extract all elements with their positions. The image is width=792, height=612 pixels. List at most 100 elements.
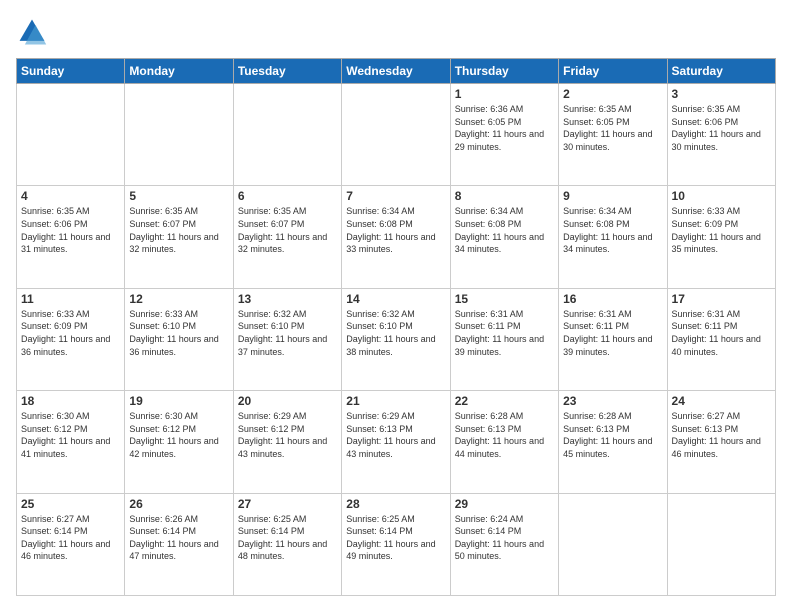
page: SundayMondayTuesdayWednesdayThursdayFrid…: [0, 0, 792, 612]
calendar-cell: 14 Sunrise: 6:32 AM Sunset: 6:10 PM Dayli…: [342, 288, 450, 390]
calendar-cell: [342, 84, 450, 186]
calendar-cell: 9 Sunrise: 6:34 AM Sunset: 6:08 PM Daylig…: [559, 186, 667, 288]
calendar-cell: 12 Sunrise: 6:33 AM Sunset: 6:10 PM Dayli…: [125, 288, 233, 390]
day-number: 6: [238, 189, 337, 203]
calendar-week-row: 1 Sunrise: 6:36 AM Sunset: 6:05 PM Daylig…: [17, 84, 776, 186]
calendar-cell: 15Sunrise: 6:31 AM Sunset: 6:11 PM Dayli…: [450, 288, 558, 390]
day-number: 15: [455, 292, 554, 306]
day-number: 2: [563, 87, 662, 101]
day-number: 7: [346, 189, 445, 203]
day-info: Sunrise: 6:35 AM Sunset: 6:06 PM Dayligh…: [672, 103, 771, 153]
day-info: Sunrise: 6:36 AM Sunset: 6:05 PM Dayligh…: [455, 103, 554, 153]
calendar-cell: 24 Sunrise: 6:27 AM Sunset: 6:13 PM Dayli…: [667, 391, 775, 493]
day-number: 9: [563, 189, 662, 203]
calendar-cell: 26 Sunrise: 6:26 AM Sunset: 6:14 PM Dayli…: [125, 493, 233, 595]
day-number: 5: [129, 189, 228, 203]
day-number: 13: [238, 292, 337, 306]
day-info: Sunrise: 6:29 AM Sunset: 6:12 PM Dayligh…: [238, 410, 337, 460]
calendar-day-header: Monday: [125, 59, 233, 84]
day-number: 14: [346, 292, 445, 306]
day-number: 17: [672, 292, 771, 306]
day-number: 3: [672, 87, 771, 101]
calendar-day-header: Friday: [559, 59, 667, 84]
day-number: 29: [455, 497, 554, 511]
calendar-cell: [233, 84, 341, 186]
day-info: Sunrise: 6:35 AM Sunset: 6:07 PM Dayligh…: [129, 205, 228, 255]
calendar-cell: [17, 84, 125, 186]
calendar-cell: 25 Sunrise: 6:27 AM Sunset: 6:14 PM Dayli…: [17, 493, 125, 595]
logo: [16, 16, 52, 48]
day-number: 25: [21, 497, 120, 511]
day-info: Sunrise: 6:33 AM Sunset: 6:09 PM Dayligh…: [672, 205, 771, 255]
day-number: 27: [238, 497, 337, 511]
day-info: Sunrise: 6:27 AM Sunset: 6:14 PM Dayligh…: [21, 513, 120, 563]
day-info: Sunrise: 6:30 AM Sunset: 6:12 PM Dayligh…: [129, 410, 228, 460]
calendar-week-row: 4 Sunrise: 6:35 AM Sunset: 6:06 PM Daylig…: [17, 186, 776, 288]
calendar-cell: [667, 493, 775, 595]
calendar-cell: 18 Sunrise: 6:30 AM Sunset: 6:12 PM Dayli…: [17, 391, 125, 493]
calendar-cell: 11 Sunrise: 6:33 AM Sunset: 6:09 PM Dayli…: [17, 288, 125, 390]
day-info: Sunrise: 6:30 AM Sunset: 6:12 PM Dayligh…: [21, 410, 120, 460]
day-info: Sunrise: 6:25 AM Sunset: 6:14 PM Dayligh…: [346, 513, 445, 563]
header: [16, 16, 776, 48]
day-number: 21: [346, 394, 445, 408]
calendar-day-header: Tuesday: [233, 59, 341, 84]
day-info: Sunrise: 6:34 AM Sunset: 6:08 PM Dayligh…: [346, 205, 445, 255]
day-number: 11: [21, 292, 120, 306]
day-info: Sunrise: 6:27 AM Sunset: 6:13 PM Dayligh…: [672, 410, 771, 460]
calendar-cell: [125, 84, 233, 186]
calendar-day-header: Sunday: [17, 59, 125, 84]
day-number: 19: [129, 394, 228, 408]
calendar-cell: 28 Sunrise: 6:25 AM Sunset: 6:14 PM Dayli…: [342, 493, 450, 595]
calendar-week-row: 18 Sunrise: 6:30 AM Sunset: 6:12 PM Dayli…: [17, 391, 776, 493]
day-info: Sunrise: 6:33 AM Sunset: 6:09 PM Dayligh…: [21, 308, 120, 358]
day-info: Sunrise: 6:35 AM Sunset: 6:05 PM Dayligh…: [563, 103, 662, 153]
calendar-cell: 1 Sunrise: 6:36 AM Sunset: 6:05 PM Daylig…: [450, 84, 558, 186]
day-info: Sunrise: 6:33 AM Sunset: 6:10 PM Dayligh…: [129, 308, 228, 358]
calendar-cell: 7 Sunrise: 6:34 AM Sunset: 6:08 PM Daylig…: [342, 186, 450, 288]
calendar-cell: 16Sunrise: 6:31 AM Sunset: 6:11 PM Dayli…: [559, 288, 667, 390]
day-info: Sunrise: 6:26 AM Sunset: 6:14 PM Dayligh…: [129, 513, 228, 563]
calendar-cell: 5 Sunrise: 6:35 AM Sunset: 6:07 PM Daylig…: [125, 186, 233, 288]
day-info: Sunrise: 6:35 AM Sunset: 6:06 PM Dayligh…: [21, 205, 120, 255]
calendar-header-row: SundayMondayTuesdayWednesdayThursdayFrid…: [17, 59, 776, 84]
day-info: Sunrise: 6:34 AM Sunset: 6:08 PM Dayligh…: [563, 205, 662, 255]
day-info: Sunrise: 6:35 AM Sunset: 6:07 PM Dayligh…: [238, 205, 337, 255]
calendar-cell: 10 Sunrise: 6:33 AM Sunset: 6:09 PM Dayli…: [667, 186, 775, 288]
day-number: 4: [21, 189, 120, 203]
calendar-cell: [559, 493, 667, 595]
calendar-cell: 4 Sunrise: 6:35 AM Sunset: 6:06 PM Daylig…: [17, 186, 125, 288]
calendar: SundayMondayTuesdayWednesdayThursdayFrid…: [16, 58, 776, 596]
calendar-cell: 23Sunrise: 6:28 AM Sunset: 6:13 PM Dayli…: [559, 391, 667, 493]
day-info: Sunrise: 6:34 AM Sunset: 6:08 PM Dayligh…: [455, 205, 554, 255]
day-info: Sunrise: 6:32 AM Sunset: 6:10 PM Dayligh…: [238, 308, 337, 358]
calendar-cell: 8 Sunrise: 6:34 AM Sunset: 6:08 PM Daylig…: [450, 186, 558, 288]
calendar-cell: 13 Sunrise: 6:32 AM Sunset: 6:10 PM Dayli…: [233, 288, 341, 390]
calendar-cell: 20 Sunrise: 6:29 AM Sunset: 6:12 PM Dayli…: [233, 391, 341, 493]
day-number: 16: [563, 292, 662, 306]
calendar-cell: 19 Sunrise: 6:30 AM Sunset: 6:12 PM Dayli…: [125, 391, 233, 493]
day-info: Sunrise: 6:28 AM Sunset: 6:13 PM Dayligh…: [563, 410, 662, 460]
day-number: 1: [455, 87, 554, 101]
day-number: 8: [455, 189, 554, 203]
day-info: Sunrise: 6:29 AM Sunset: 6:13 PM Dayligh…: [346, 410, 445, 460]
day-number: 18: [21, 394, 120, 408]
day-number: 22: [455, 394, 554, 408]
day-info: Sunrise: 6:32 AM Sunset: 6:10 PM Dayligh…: [346, 308, 445, 358]
day-number: 12: [129, 292, 228, 306]
day-number: 24: [672, 394, 771, 408]
calendar-cell: 21 Sunrise: 6:29 AM Sunset: 6:13 PM Dayli…: [342, 391, 450, 493]
day-number: 20: [238, 394, 337, 408]
calendar-day-header: Wednesday: [342, 59, 450, 84]
day-number: 28: [346, 497, 445, 511]
calendar-cell: 27Sunrise: 6:25 AM Sunset: 6:14 PM Dayli…: [233, 493, 341, 595]
calendar-cell: 2 Sunrise: 6:35 AM Sunset: 6:05 PM Daylig…: [559, 84, 667, 186]
calendar-cell: 17 Sunrise: 6:31 AM Sunset: 6:11 PM Dayli…: [667, 288, 775, 390]
calendar-cell: 22 Sunrise: 6:28 AM Sunset: 6:13 PM Dayli…: [450, 391, 558, 493]
day-info: Sunrise: 6:28 AM Sunset: 6:13 PM Dayligh…: [455, 410, 554, 460]
calendar-week-row: 25 Sunrise: 6:27 AM Sunset: 6:14 PM Dayli…: [17, 493, 776, 595]
day-number: 10: [672, 189, 771, 203]
day-info: Sunrise: 6:31 AM Sunset: 6:11 PM Dayligh…: [672, 308, 771, 358]
day-number: 26: [129, 497, 228, 511]
calendar-day-header: Thursday: [450, 59, 558, 84]
